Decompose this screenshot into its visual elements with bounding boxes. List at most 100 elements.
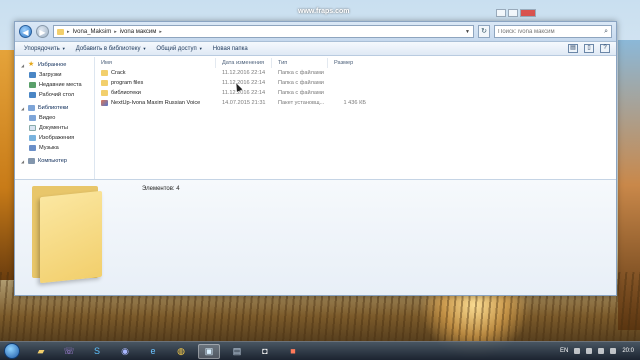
- file-date: 11.12.2016 22:14: [222, 80, 266, 86]
- minimize-icon[interactable]: [496, 9, 506, 17]
- nav-item-downloads[interactable]: Загрузки: [15, 70, 94, 80]
- chevron-down-icon[interactable]: ◢: [21, 159, 25, 164]
- chevron-down-icon[interactable]: ◢: [21, 63, 25, 68]
- back-button[interactable]: ◀: [19, 25, 32, 38]
- breadcrumb-item[interactable]: ivona максим: [120, 29, 157, 35]
- chevron-down-icon: ▼: [61, 46, 66, 51]
- address-bar: ◀ ▶ ▸ Ivona_Maksim ▸ ivona максим ▸ ▼ ↻ …: [15, 22, 616, 42]
- file-date: 14.07.2015 21:31: [222, 100, 266, 106]
- file-name: библиотеки: [111, 90, 141, 96]
- toolbar-right: ▤ ▯ ?: [568, 44, 610, 53]
- taskbar: ▰ ☏ S ◉ e ◍ ▣ ▤ ◘ ■ EN 20:0: [0, 341, 640, 360]
- column-header-size[interactable]: Размер: [328, 58, 368, 68]
- ie-icon[interactable]: e: [142, 344, 164, 359]
- file-type: Папка с файлами: [278, 70, 324, 76]
- star-icon: ★: [28, 61, 35, 68]
- file-size: [328, 68, 368, 78]
- file-row[interactable]: библиотеки 11.12.2016 22:14 Папка с файл…: [95, 88, 616, 98]
- nav-item-label: Видео: [39, 115, 56, 121]
- nav-item-music[interactable]: Музыка: [15, 143, 94, 153]
- chevron-down-icon[interactable]: ◢: [21, 106, 25, 111]
- file-row[interactable]: Crack 11.12.2016 22:14 Папка с файлами: [95, 68, 616, 78]
- nav-item-documents[interactable]: Документы: [15, 123, 94, 133]
- nav-item-libraries[interactable]: ◢ Библиотеки: [15, 103, 94, 113]
- column-header-name[interactable]: Имя: [95, 57, 216, 68]
- chevron-right-icon: ▸: [159, 28, 162, 35]
- discord-icon[interactable]: ◉: [114, 344, 136, 359]
- recent-places-icon: [29, 82, 36, 88]
- organize-label: Упорядочить: [24, 45, 60, 52]
- organize-button[interactable]: Упорядочить ▼: [21, 46, 69, 52]
- skype-icon[interactable]: S: [86, 344, 108, 359]
- chevron-down-icon[interactable]: ▼: [465, 29, 470, 35]
- refresh-button[interactable]: ↻: [478, 25, 490, 38]
- music-icon: [29, 145, 36, 151]
- share-button[interactable]: Общий доступ ▼: [153, 46, 205, 52]
- explorer-body: ◢ ★ Избранное Загрузки Недавние места Ра…: [15, 57, 616, 195]
- file-row[interactable]: NextUp-Ivona Maxim Russian Voice 14.07.2…: [95, 98, 616, 108]
- language-indicator[interactable]: EN: [560, 348, 568, 354]
- nav-computer-label: Компьютер: [38, 158, 67, 164]
- network-icon[interactable]: [598, 348, 605, 354]
- breadcrumb-item[interactable]: Ivona_Maksim: [73, 29, 112, 35]
- nav-item-desktop[interactable]: Рабочий стол: [15, 90, 94, 100]
- recorder-icon[interactable]: ■: [282, 344, 304, 359]
- nav-item-label: Изображения: [39, 135, 75, 141]
- volume-icon[interactable]: [610, 348, 617, 354]
- nav-item-pictures[interactable]: Изображения: [15, 133, 94, 143]
- file-name-cell: библиотеки: [95, 88, 216, 98]
- file-row[interactable]: program files 11.12.2016 22:14 Папка с ф…: [95, 78, 616, 88]
- tray-icon[interactable]: [586, 348, 593, 354]
- window-controls: [496, 9, 536, 17]
- help-icon[interactable]: ?: [600, 44, 610, 53]
- media-icon[interactable]: ▤: [226, 344, 248, 359]
- file-list: Имя Дата изменения Тип Размер Crack 11.1…: [95, 57, 616, 195]
- column-header-date[interactable]: Дата изменения: [216, 57, 272, 68]
- image-viewer-icon[interactable]: ▣: [198, 343, 220, 359]
- address-path[interactable]: ▸ Ivona_Maksim ▸ ivona максим ▸ ▼: [53, 25, 474, 38]
- maximize-icon[interactable]: [508, 9, 518, 17]
- search-box[interactable]: ⌕: [494, 25, 612, 38]
- nav-item-recent-places[interactable]: Недавние места: [15, 80, 94, 90]
- nav-item-label: Музыка: [39, 145, 59, 151]
- file-name: program files: [111, 80, 144, 86]
- file-name-cell: NextUp-Ivona Maxim Russian Voice: [95, 98, 216, 108]
- viber-icon[interactable]: ☏: [58, 344, 80, 359]
- file-type: Папка с файлами: [278, 80, 324, 86]
- desktop-icon: [29, 92, 36, 98]
- forward-button[interactable]: ▶: [36, 25, 49, 38]
- chevron-down-icon: ▼: [142, 46, 147, 51]
- folder-icon: [101, 80, 108, 86]
- view-options-icon[interactable]: ▤: [568, 44, 578, 53]
- chevron-right-icon: ▸: [67, 28, 70, 35]
- preview-pane-icon[interactable]: ▯: [584, 44, 594, 53]
- folder-icon: [101, 90, 108, 96]
- camera-icon[interactable]: ◘: [254, 344, 276, 359]
- libraries-icon: [28, 105, 35, 111]
- column-header-type[interactable]: Тип: [272, 57, 328, 68]
- tray-icon[interactable]: [574, 348, 581, 354]
- clock[interactable]: 20:0: [622, 348, 634, 354]
- system-tray: EN 20:0: [560, 348, 640, 354]
- large-folder-icon: [30, 180, 104, 284]
- chevron-right-icon: ▸: [114, 28, 117, 35]
- chrome-icon[interactable]: ◍: [170, 344, 192, 359]
- nav-item-label: Недавние места: [39, 82, 82, 88]
- search-input[interactable]: [498, 28, 605, 35]
- chevron-down-icon: ▼: [198, 46, 203, 51]
- file-date: 11.12.2016 22:14: [222, 70, 266, 76]
- close-icon[interactable]: [520, 9, 536, 17]
- nav-libraries-label: Библиотеки: [38, 105, 69, 111]
- file-size: 1 436 КБ: [343, 100, 366, 106]
- nav-item-favorites[interactable]: ◢ ★ Избранное: [15, 60, 94, 70]
- explorer-icon[interactable]: ▰: [30, 344, 52, 359]
- file-size: [328, 88, 368, 98]
- column-headers: Имя Дата изменения Тип Размер: [95, 57, 616, 68]
- nav-item-computer[interactable]: ◢ Компьютер: [15, 156, 94, 166]
- new-folder-button[interactable]: Новая папка: [210, 46, 251, 52]
- start-button[interactable]: [4, 343, 20, 359]
- search-icon[interactable]: ⌕: [604, 28, 608, 36]
- add-to-library-button[interactable]: Добавить в библиотеку ▼: [73, 46, 150, 52]
- nav-item-video[interactable]: Видео: [15, 113, 94, 123]
- downloads-icon: [29, 72, 36, 78]
